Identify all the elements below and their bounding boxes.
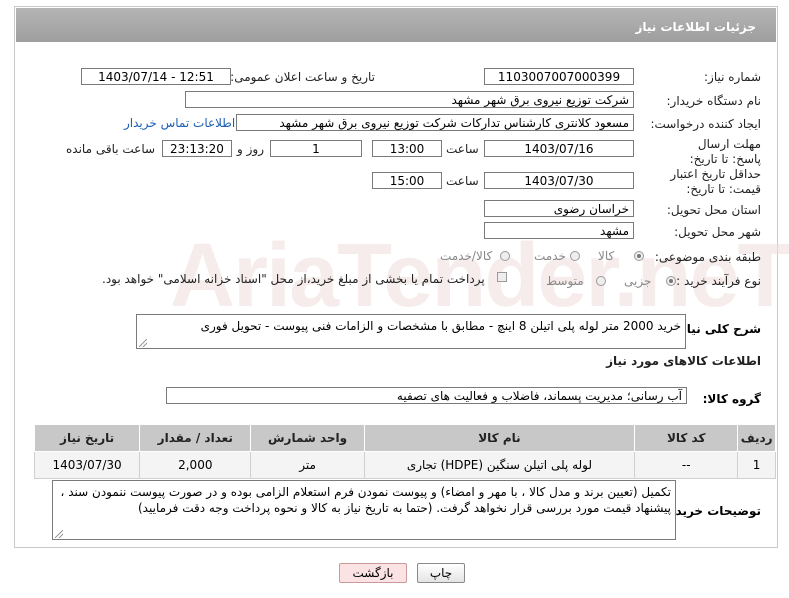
col-name: نام کالا xyxy=(363,424,636,452)
col-date: تاریخ نیاز xyxy=(33,424,141,452)
process-option-minor: جزیی xyxy=(624,274,652,288)
cell-date: 1403/07/30 xyxy=(33,451,141,479)
deadline-time-label: ساعت xyxy=(446,142,479,156)
category-option-both: کالا/خدمت xyxy=(440,249,493,263)
description-label: شرح کلی نیاز: xyxy=(675,322,761,336)
announce-label: تاریخ و ساعت اعلان عمومی: xyxy=(230,70,375,84)
table-header-row: ردیف کد کالا نام کالا واحد شمارش تعداد /… xyxy=(33,424,776,452)
cell-name: لوله پلی اتیلن سنگین (HDPE) تجاری xyxy=(363,451,636,479)
payment-note: پرداخت تمام یا بخشی از مبلغ خرید،از محل … xyxy=(102,272,485,286)
province-field[interactable]: خراسان رضوی xyxy=(484,200,634,217)
table-row[interactable]: 1 -- لوله پلی اتیلن سنگین (HDPE) تجاری م… xyxy=(33,451,776,479)
panel-header: جزئیات اطلاعات نیاز xyxy=(16,8,776,42)
validity-time-label: ساعت xyxy=(446,174,479,188)
category-radio-service[interactable] xyxy=(570,251,580,261)
days-field[interactable]: 1 xyxy=(270,140,362,157)
requester-field[interactable]: مسعود کلانتری کارشناس تدارکات شرکت توزیع… xyxy=(236,114,634,131)
resize-grip-icon[interactable] xyxy=(139,339,147,347)
print-button[interactable]: چاپ xyxy=(417,563,465,583)
remaining-label: ساعت باقی مانده xyxy=(66,142,156,156)
goods-group-label: گروه کالا: xyxy=(702,392,761,406)
category-option-service: خدمت xyxy=(534,249,566,263)
description-field[interactable]: خرید 2000 متر لوله پلی اتیلن 8 اینچ - مط… xyxy=(136,314,686,349)
deadline-label: مهلت ارسال پاسخ: تا تاریخ: xyxy=(689,137,761,166)
process-label: نوع فرآیند خرید : xyxy=(676,274,761,288)
buyer-notes-text: تکمیل (تعیین برند و مدل کالا ، با مهر و … xyxy=(60,485,671,515)
goods-section-title: اطلاعات کالاهای مورد نیاز xyxy=(606,354,761,368)
cell-unit: متر xyxy=(250,451,365,479)
cell-row: 1 xyxy=(737,451,776,479)
validity-date-field[interactable]: 1403/07/30 xyxy=(484,172,634,189)
description-text: خرید 2000 متر لوله پلی اتیلن 8 اینچ - مط… xyxy=(200,319,681,333)
col-qty: تعداد / مقدار xyxy=(139,424,252,452)
city-label: شهر محل تحویل: xyxy=(674,225,761,239)
page-title: جزئیات اطلاعات نیاز xyxy=(635,20,756,34)
col-code: کد کالا xyxy=(634,424,739,452)
validity-time-field[interactable]: 15:00 xyxy=(372,172,442,189)
buyer-org-field[interactable]: شرکت توزیع نیروی برق شهر مشهد xyxy=(185,91,634,108)
buyer-notes-field[interactable]: تکمیل (تعیین برند و مدل کالا ، با مهر و … xyxy=(52,480,676,540)
contact-info-link[interactable]: اطلاعات تماس خریدار xyxy=(124,116,235,130)
category-option-goods: کالا xyxy=(598,249,615,263)
need-number-label: شماره نیاز: xyxy=(704,70,761,84)
process-option-medium: متوسط xyxy=(546,274,584,288)
category-radio-goods[interactable] xyxy=(634,251,644,261)
city-field[interactable]: مشهد xyxy=(484,222,634,239)
remaining-time-field[interactable]: 23:13:20 xyxy=(162,140,232,157)
col-unit: واحد شمارش xyxy=(250,424,365,452)
announce-field[interactable]: 1403/07/14 - 12:51 xyxy=(81,68,231,85)
buyer-org-label: نام دستگاه خریدار: xyxy=(666,94,762,108)
treasury-payment-checkbox[interactable] xyxy=(497,272,507,282)
goods-table: ردیف کد کالا نام کالا واحد شمارش تعداد /… xyxy=(33,424,776,479)
need-number-field[interactable]: 1103007007000399 xyxy=(484,68,634,85)
province-label: استان محل تحویل: xyxy=(666,203,761,217)
days-label: روز و xyxy=(237,142,264,156)
cell-qty: 2,000 xyxy=(139,451,252,479)
category-label: طبقه بندی موضوعی: xyxy=(654,250,761,264)
process-radio-medium[interactable] xyxy=(596,276,606,286)
cell-code: -- xyxy=(634,451,739,479)
process-radio-minor[interactable] xyxy=(666,276,676,286)
resize-grip-icon[interactable] xyxy=(55,530,63,538)
deadline-date-field[interactable]: 1403/07/16 xyxy=(484,140,634,157)
requester-label: ایجاد کننده درخواست: xyxy=(650,117,761,131)
validity-label: حداقل تاریخ اعتبار قیمت: تا تاریخ: xyxy=(670,167,761,196)
col-row: ردیف xyxy=(737,424,776,452)
back-button[interactable]: بازگشت xyxy=(339,563,407,583)
goods-group-field[interactable]: آب رسانی؛ مدیریت پسماند، فاضلاب و فعالیت… xyxy=(166,387,687,404)
category-radio-both[interactable] xyxy=(500,251,510,261)
deadline-time-field[interactable]: 13:00 xyxy=(372,140,442,157)
